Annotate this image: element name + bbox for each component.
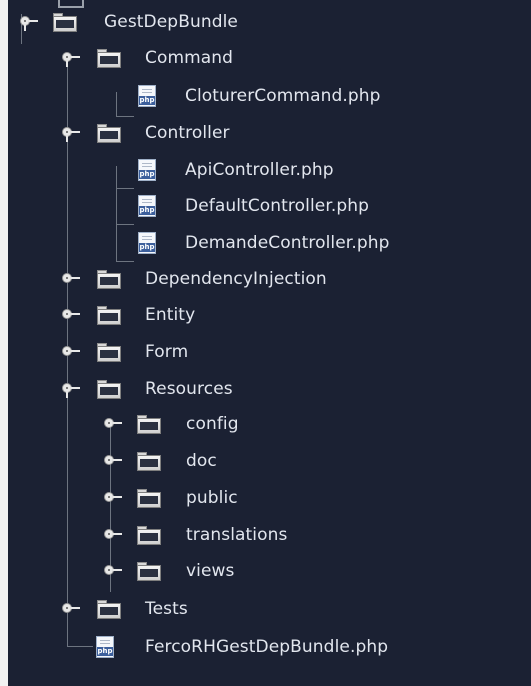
php-badge: php xyxy=(139,170,155,179)
tree-folder-views[interactable]: views xyxy=(0,553,531,589)
folder-icon xyxy=(137,562,161,581)
tree-item-label: Resources xyxy=(145,379,233,399)
folder-icon xyxy=(137,415,161,434)
tree-folder-translations[interactable]: translations xyxy=(0,517,531,553)
expand-toggle-icon[interactable] xyxy=(104,416,126,432)
php-file-icon: php xyxy=(138,159,156,181)
tree-item-label: Controller xyxy=(145,123,230,143)
folder-icon xyxy=(97,306,121,325)
php-file-icon: php xyxy=(138,85,156,107)
tree-folder-entity[interactable]: Entity xyxy=(0,297,531,333)
php-badge: php xyxy=(139,96,155,105)
tree-item-label: doc xyxy=(186,451,217,471)
tree-item-label: DependencyInjection xyxy=(145,269,327,289)
php-badge: php xyxy=(139,243,155,252)
folder-icon xyxy=(97,270,121,289)
folder-icon xyxy=(97,343,121,362)
tree-item-label: public xyxy=(186,488,238,508)
tree-folder-resources[interactable]: Resources xyxy=(0,371,531,407)
php-file-icon: php xyxy=(138,195,156,217)
tree-item-label: ApiController.php xyxy=(185,160,334,180)
folder-icon xyxy=(97,600,121,619)
collapse-toggle-icon[interactable] xyxy=(20,14,42,31)
collapse-toggle-icon[interactable] xyxy=(62,381,84,398)
tree-item-label: Command xyxy=(145,48,234,68)
tree-item-label: Tests xyxy=(145,599,188,619)
folder-icon xyxy=(137,526,161,545)
expand-toggle-icon[interactable] xyxy=(62,271,84,287)
collapse-toggle-icon[interactable] xyxy=(62,125,84,142)
folder-icon xyxy=(53,13,77,32)
tree-folder-command[interactable]: Command xyxy=(0,40,531,76)
tree-folder-doc[interactable]: doc xyxy=(0,443,531,479)
project-tree-panel: GestDepBundle Command php CloturerCommand.p… xyxy=(0,0,531,686)
tree-file-cloturercommand-php[interactable]: php CloturerCommand.php xyxy=(0,78,531,114)
tree-item-label: DefaultController.php xyxy=(185,196,370,216)
folder-icon xyxy=(97,49,121,68)
expand-toggle-icon[interactable] xyxy=(62,307,84,323)
tree-item-label: FercoRHGestDepBundle.php xyxy=(145,637,389,657)
tree-folder-tests[interactable]: Tests xyxy=(0,591,531,627)
tree-folder-dependencyinjection[interactable]: DependencyInjection xyxy=(0,261,531,297)
php-badge: php xyxy=(97,647,113,656)
folder-icon xyxy=(97,380,121,399)
expand-toggle-icon[interactable] xyxy=(62,601,84,617)
tree-item-label: translations xyxy=(186,525,288,545)
expand-toggle-icon[interactable] xyxy=(104,563,126,579)
tree-item-label: config xyxy=(186,414,239,434)
expand-toggle-icon[interactable] xyxy=(104,527,126,543)
php-file-icon: php xyxy=(96,636,114,658)
tree-file-apicontroller-php[interactable]: php ApiController.php xyxy=(0,152,531,188)
tree-item-label: Entity xyxy=(145,305,196,325)
tree-folder-public[interactable]: public xyxy=(0,480,531,516)
folder-icon xyxy=(137,489,161,508)
php-badge: php xyxy=(139,206,155,215)
tree-item-label: views xyxy=(186,561,235,581)
tree-folder-config[interactable]: config xyxy=(0,406,531,442)
tree-item-label: DemandeController.php xyxy=(185,233,390,253)
tree-folder-controller[interactable]: Controller xyxy=(0,115,531,151)
tree-file-fercorhgestdepbundle-php[interactable]: php FercoRHGestDepBundle.php xyxy=(0,629,531,665)
expand-toggle-icon[interactable] xyxy=(104,490,126,506)
folder-icon xyxy=(97,124,121,143)
tree-item-label: GestDepBundle xyxy=(104,12,238,32)
expand-toggle-icon[interactable] xyxy=(104,453,126,469)
tree-folder-form[interactable]: Form xyxy=(0,334,531,370)
tree-item-label: CloturerCommand.php xyxy=(185,86,381,106)
tree-file-defaultcontroller-php[interactable]: php DefaultController.php xyxy=(0,188,531,224)
expand-toggle-icon[interactable] xyxy=(62,344,84,360)
collapse-toggle-icon[interactable] xyxy=(62,50,84,67)
folder-icon xyxy=(137,452,161,471)
tree-folder-gestdepbundle[interactable]: GestDepBundle xyxy=(0,4,531,40)
tree-item-label: Form xyxy=(145,342,189,362)
tree-file-demandecontroller-php[interactable]: php DemandeController.php xyxy=(0,225,531,261)
php-file-icon: php xyxy=(138,232,156,254)
